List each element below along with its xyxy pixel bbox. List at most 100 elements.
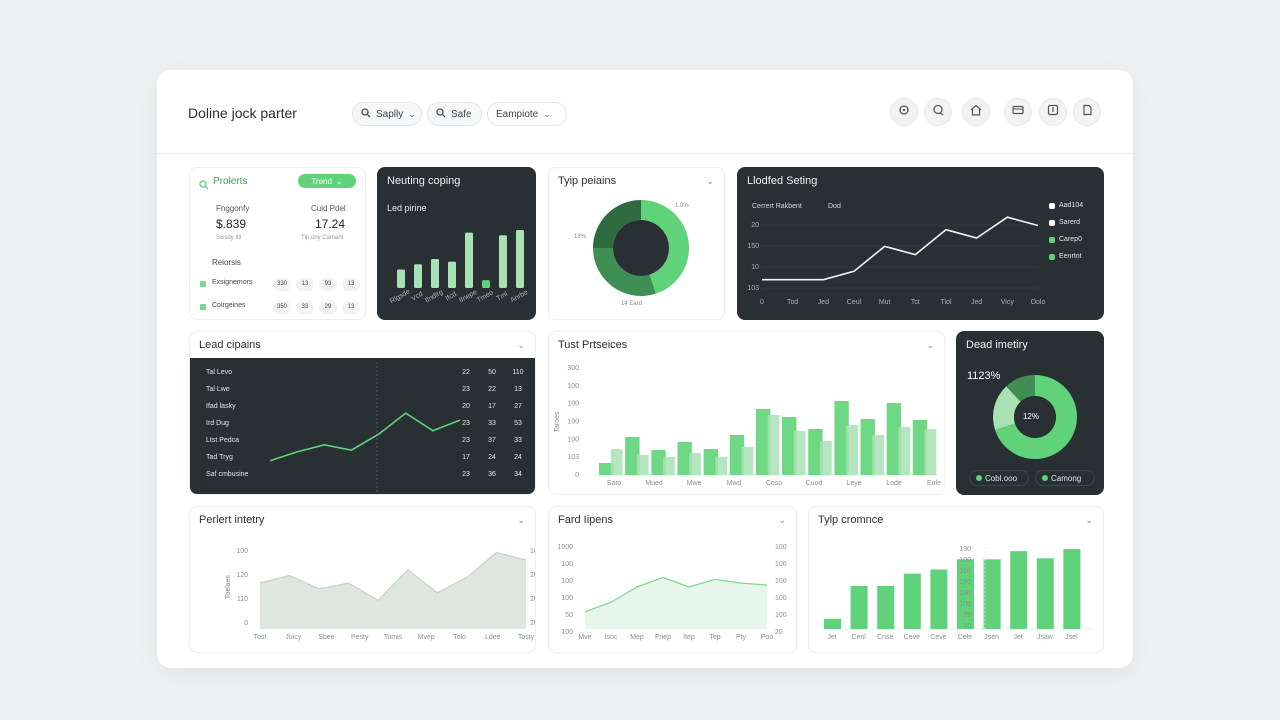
legend-item[interactable]: Aad104	[1049, 202, 1083, 209]
x-tick: Cenl	[851, 634, 866, 641]
llodfed-line-chart: 20 150 10 1030 Tod Jed Ceul Mut Tct Tiol Jed Vicy Oo…	[747, 216, 1046, 306]
bar	[663, 457, 675, 475]
tick-label: Vcd	[410, 291, 424, 303]
stat1-label: Fnggonfy	[216, 204, 250, 213]
table-row[interactable]: Ltst Pedca 23 37 33	[206, 437, 526, 449]
tick-label: Ifndlrg	[424, 289, 444, 305]
legend-cobl[interactable]: Cobl.ooo	[969, 470, 1029, 486]
tick-label: Ifcd	[445, 291, 458, 303]
row-value: 33	[296, 301, 314, 314]
x-tick: Mued	[645, 480, 663, 487]
refresh-button[interactable]	[890, 98, 918, 126]
x-tick: Jed	[971, 299, 982, 306]
bar	[610, 449, 623, 475]
y-tick: 50	[565, 612, 573, 619]
bar	[872, 435, 885, 475]
x-tick: Juicy	[285, 634, 301, 641]
chevron-down-icon[interactable]: ⌄	[517, 340, 525, 351]
row-value: 330	[273, 278, 291, 291]
x-tick: Ceve	[930, 634, 946, 641]
app-title: Doline jock parter	[188, 105, 297, 121]
filter-saplly[interactable]: Saplly ⌄	[352, 102, 422, 126]
row-value: 36	[488, 471, 496, 478]
x-tick: Tod	[787, 299, 798, 306]
table-row[interactable]: Ird Dug 23 33 53	[206, 420, 526, 432]
x-tick: Jet	[827, 634, 836, 641]
legend-label: Sarerd	[1059, 219, 1081, 226]
bar	[414, 264, 422, 288]
home-button[interactable]	[962, 98, 990, 126]
filter-label: Saplly	[376, 108, 404, 120]
x-tick: Sato	[607, 480, 622, 487]
badge-label: Trend	[311, 176, 332, 186]
row-value: 34	[514, 471, 522, 478]
tick-label: Ifnepe	[458, 289, 478, 305]
legend-camong[interactable]: Camong	[1035, 470, 1095, 486]
y-tick: 75	[963, 612, 971, 619]
card-button[interactable]	[1004, 98, 1032, 126]
x-tick: Pesty	[351, 634, 369, 641]
section-label: Reiorsis	[212, 258, 241, 267]
x-tick: Lode	[886, 480, 902, 487]
stat2-value: 17.24	[315, 217, 346, 231]
document-icon	[1081, 103, 1093, 121]
stat2-label: Cuid Pdel	[311, 204, 346, 213]
y-tick: 100	[561, 561, 573, 568]
x-tick: Cele	[958, 634, 973, 641]
label-bottom: 14 Eard	[621, 301, 643, 307]
row-value: 350	[273, 301, 291, 314]
legend-item[interactable]: Eenrtnt	[1049, 253, 1082, 260]
y-tick: 100	[567, 383, 579, 390]
document-button[interactable]	[1073, 98, 1101, 126]
table-row[interactable]: Tal Levo 22 50 110	[206, 369, 526, 381]
bar	[499, 235, 507, 288]
row-label: Coirgeines	[212, 302, 246, 309]
bar	[715, 457, 728, 475]
x-tick: Tct	[911, 299, 920, 306]
x-tick: 0	[760, 299, 764, 306]
dead-imetiry-card: Dead imetiry 1123% 12% Cobl.ooo Camong	[956, 331, 1104, 495]
table-row[interactable]: Tad Tryg 17 24 24	[206, 454, 526, 466]
bar	[820, 441, 832, 475]
row-value: 24	[488, 454, 496, 461]
chat-icon	[932, 103, 944, 121]
export-button[interactable]	[1039, 98, 1067, 126]
y-tick: 100	[561, 595, 573, 602]
row-label: Tal Lwe	[206, 386, 230, 393]
search-icon	[361, 107, 371, 121]
perlert-area-chart: Tost Juicy Sbee Pesty Tomis Mvep Tolo Ldee Tosty…	[225, 548, 535, 641]
table-row[interactable]: Tal Lwe 23 22 13	[206, 386, 526, 398]
y-tick: 100	[567, 401, 579, 408]
table-row[interactable]: Exsignemors 330 13 93 13	[200, 278, 360, 292]
home-icon	[970, 103, 982, 121]
table-row[interactable]: Ifad lasky 20 17 27	[206, 403, 526, 415]
x-tick: Eule	[927, 480, 941, 487]
legend-dot	[1049, 253, 1055, 260]
llodfed-seting-card: Llodfed Seting Cerrert Rakbent Dod 20 150…	[737, 167, 1104, 320]
row-value: 53	[514, 420, 522, 427]
row-label: Ifad lasky	[206, 403, 236, 410]
filter-safe[interactable]: Safe	[427, 102, 482, 126]
row-label: Ird Dug	[206, 420, 229, 427]
x-tick: Mve	[578, 634, 591, 641]
trend-badge[interactable]: Trend ⌄	[298, 174, 356, 188]
filter-eampiote[interactable]: Eampiote ⌄	[487, 102, 567, 126]
legend-item[interactable]: Carep0	[1049, 236, 1082, 243]
row-value: 93	[319, 278, 337, 291]
row-label: Saf cmbusine	[206, 471, 249, 478]
top-bar: Doline jock parter Saplly ⌄ Safe Eampiot…	[157, 70, 1133, 154]
legend-item[interactable]: Sarerd	[1049, 219, 1080, 226]
bar	[877, 585, 895, 629]
row-value: 23	[462, 471, 470, 478]
y-tick: 10	[963, 623, 971, 630]
stat1-sub: Swsdy Iitl	[216, 235, 242, 241]
table-row[interactable]: Saf cmbusine 23 36 34	[206, 471, 526, 483]
label-right: 1.0%	[675, 203, 689, 209]
tust-prtseices-card: Tust Prtseices ⌄ 300 100 100 100 100 103 0 Taro…	[548, 331, 945, 495]
chat-button[interactable]	[924, 98, 952, 126]
row-value: 37	[488, 437, 496, 444]
table-row[interactable]: Coirgeines 350 33 29 13	[200, 301, 360, 315]
x-tick: Oolo	[1031, 299, 1046, 306]
fard-iipens-card: Fard Iipens ⌄ Mve Isoc Mep Fnep Itep Tep Pty Po…	[548, 506, 797, 653]
row-value: 29	[319, 301, 337, 314]
